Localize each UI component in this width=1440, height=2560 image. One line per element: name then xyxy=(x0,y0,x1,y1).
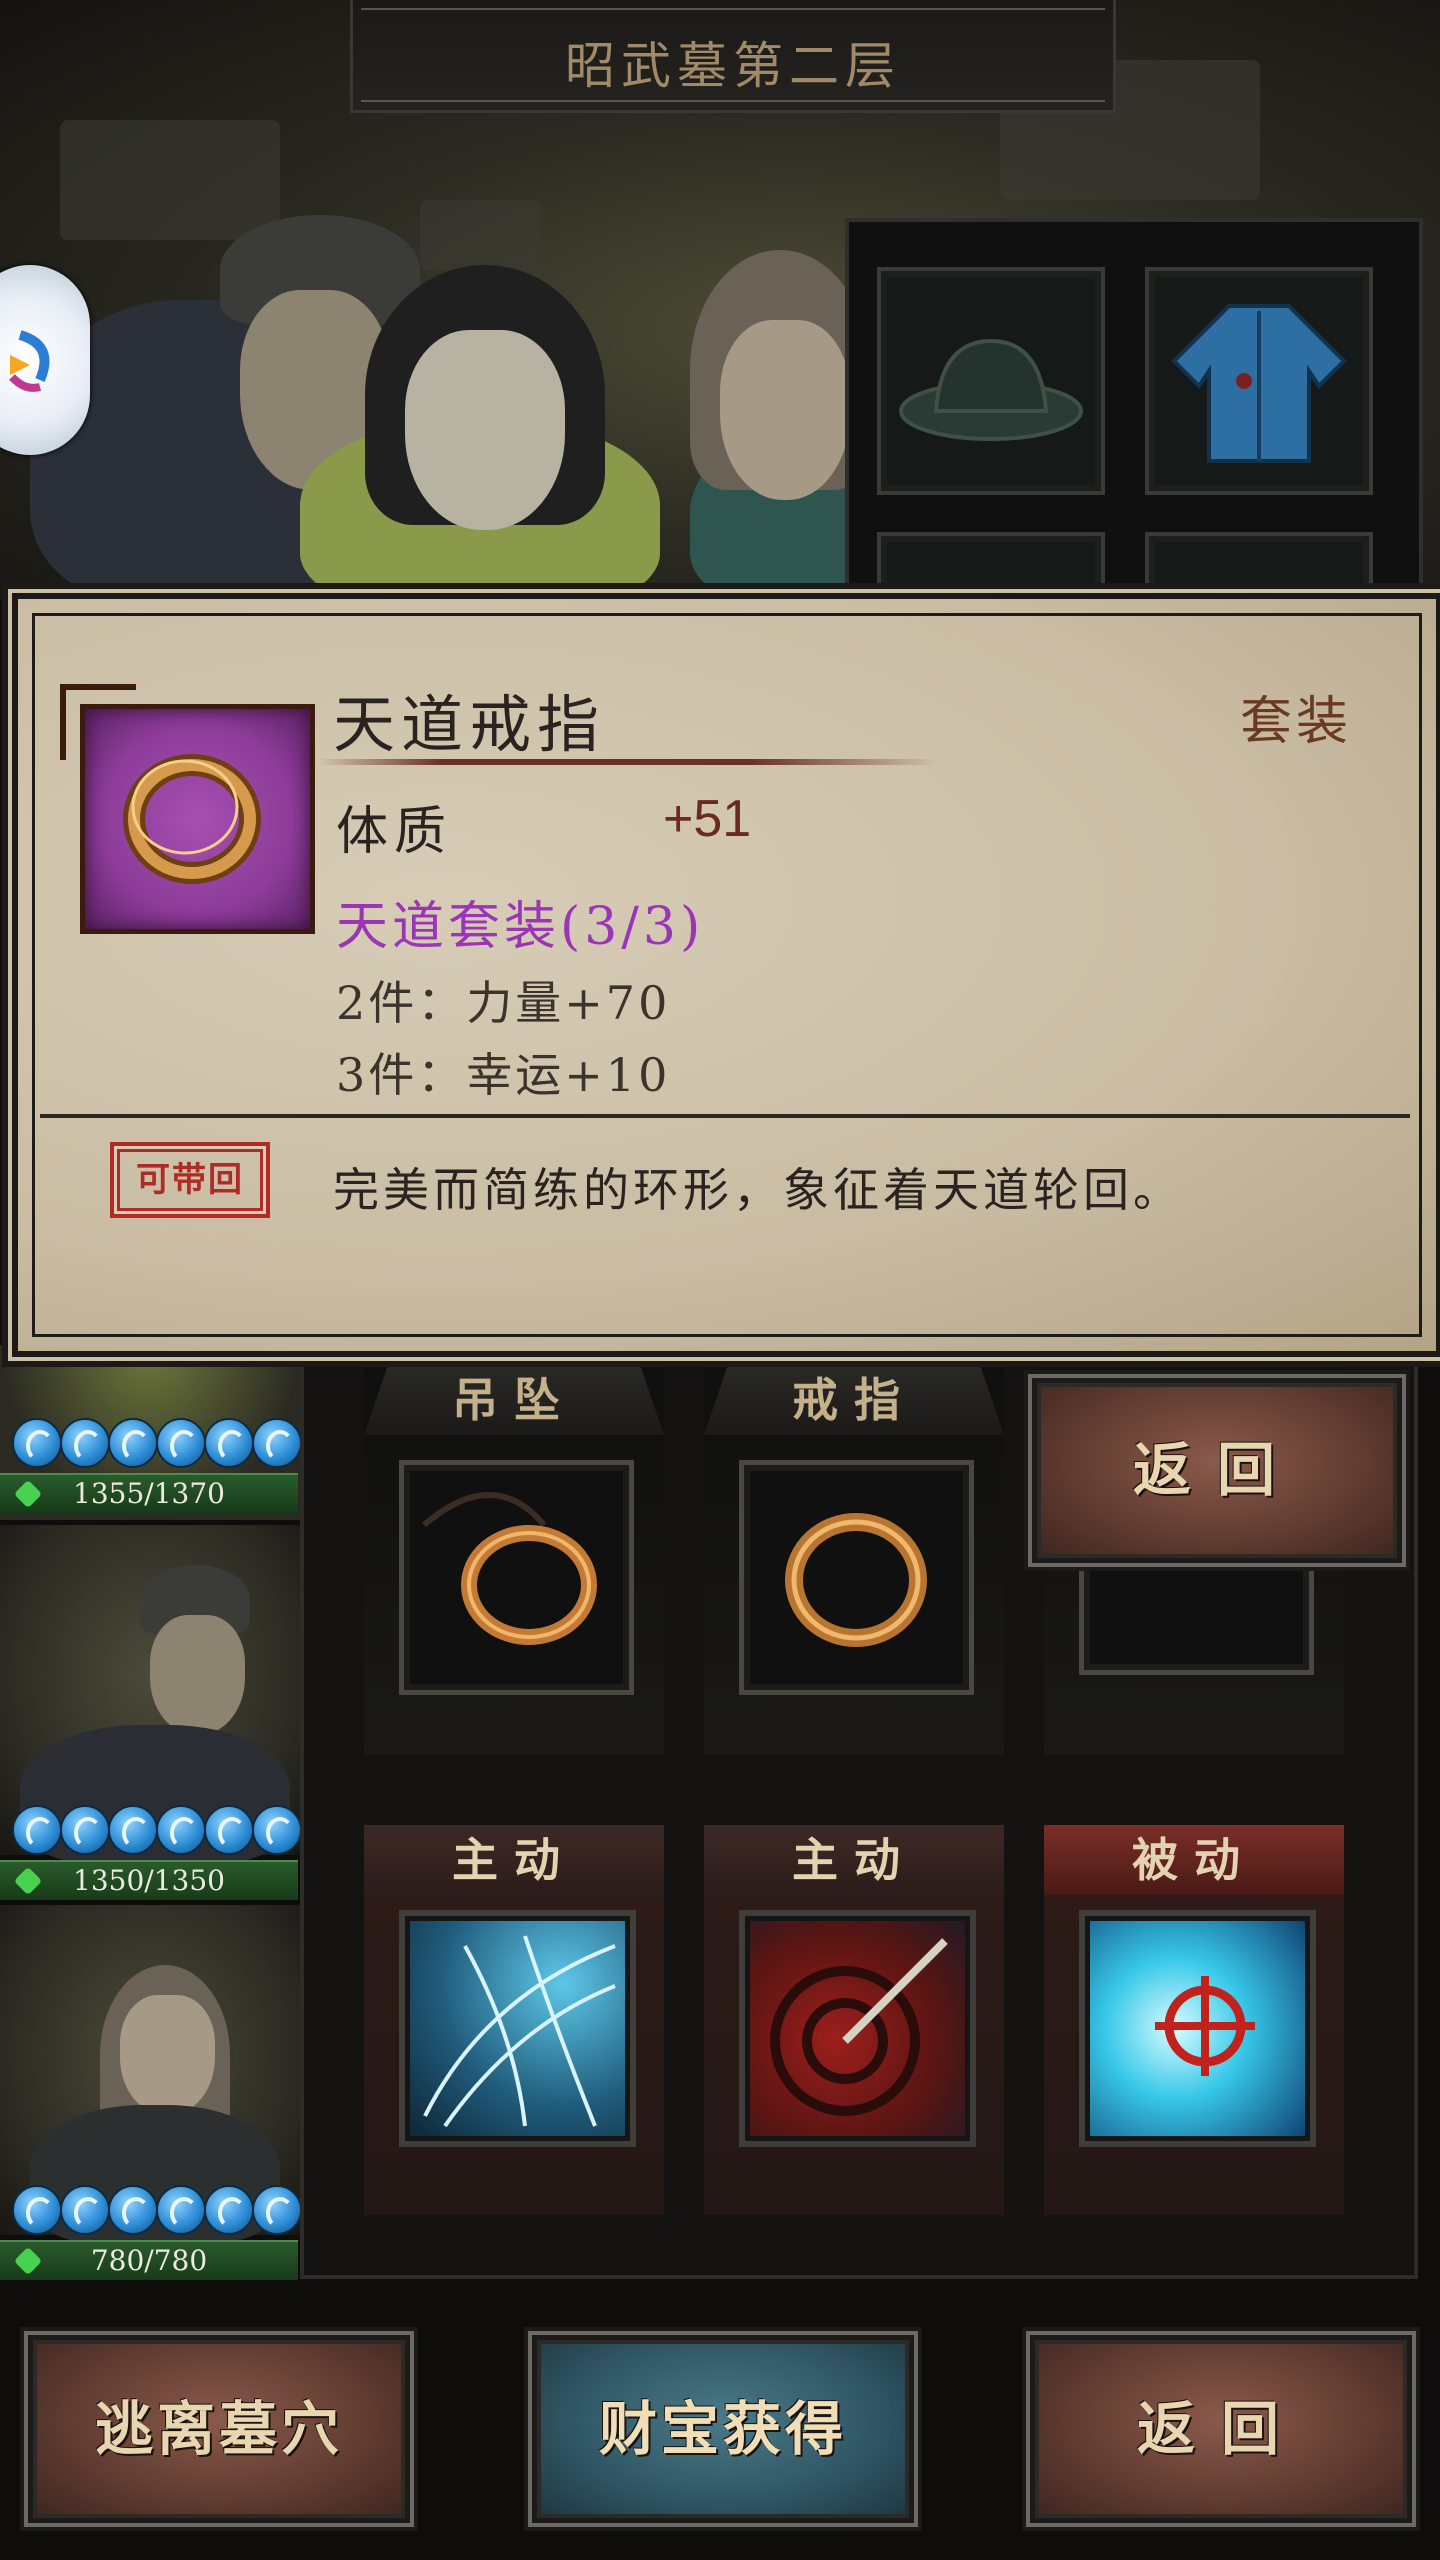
equip-label-pendant: 吊坠 xyxy=(364,1365,664,1435)
hero-face-goggles xyxy=(720,320,850,500)
skill-slot-active-1[interactable] xyxy=(399,1910,636,2147)
item-tooltip: 天道戒指 套装 体质 +51 天道套装(3/3) 2件：力量+70 3件：幸运+… xyxy=(12,593,1440,1357)
escape-tomb-label: 逃离墓穴 xyxy=(94,2395,343,2463)
mana-orb-row xyxy=(12,2185,300,2237)
treasure-obtained-label: 财宝获得 xyxy=(598,2395,847,2463)
equip-slot-robe[interactable] xyxy=(1145,267,1373,495)
heart-icon xyxy=(13,1866,43,1896)
panel-back-button-label: 返回 xyxy=(1132,1436,1301,1504)
item-name: 天道戒指 xyxy=(333,688,606,761)
bottom-back-label: 返回 xyxy=(1136,2395,1305,2463)
hp-value: 1355/1370 xyxy=(73,1477,225,1510)
party-member-1[interactable]: 1355/1370 xyxy=(0,1345,300,1520)
hero-face-goggles xyxy=(120,1995,215,2115)
bottom-back-button[interactable]: 返回 xyxy=(1030,2335,1412,2523)
pendant-icon xyxy=(422,1492,597,1645)
mana-orb-row xyxy=(12,1805,300,1857)
skill-column-passive: 被动 xyxy=(1044,1825,1344,2215)
equip-label-ring: 戒指 xyxy=(704,1365,1004,1435)
equip-column-ring: 戒指 xyxy=(704,1365,1004,1755)
lightning-web-skill-icon xyxy=(423,1935,616,2128)
set-bonus-3: 3件：幸运+10 xyxy=(336,1048,671,1102)
panel-back-button[interactable]: 返回 xyxy=(1032,1378,1402,1563)
skill-label-active-2: 主动 xyxy=(704,1825,1004,1895)
equip-column-pendant: 吊坠 xyxy=(364,1365,664,1755)
item-type-label: 套装 xyxy=(1240,692,1353,752)
gold-ring-icon xyxy=(123,754,261,884)
stat-value: +51 xyxy=(663,790,752,848)
hp-value: 780/780 xyxy=(90,2244,208,2277)
hp-bar: 780/780 xyxy=(0,2240,298,2280)
equipment-grid-panel xyxy=(845,218,1423,620)
hp-bar: 1350/1350 xyxy=(0,1860,298,1900)
skill-label-active-1: 主动 xyxy=(364,1825,664,1895)
skill-column-active-1: 主动 xyxy=(364,1825,664,2215)
item-description: 完美而简练的环形，象征着天道轮回。 xyxy=(333,1163,1183,1217)
arrow-target-skill-icon xyxy=(770,1938,948,2116)
skill-slot-active-2[interactable] xyxy=(739,1910,976,2147)
swirl-icon xyxy=(9,330,50,392)
hero-face-girl xyxy=(405,330,565,530)
ring-icon xyxy=(785,1513,927,1647)
dungeon-title-bar: 昭武墓第二层 xyxy=(350,0,1116,113)
skill-column-active-2: 主动 xyxy=(704,1825,1004,2215)
item-name-divider xyxy=(318,759,938,765)
item-icon-frame xyxy=(60,684,315,934)
heart-icon xyxy=(13,2246,43,2276)
escape-tomb-button[interactable]: 逃离墓穴 xyxy=(28,2335,410,2523)
skill-slot-passive[interactable] xyxy=(1079,1910,1316,2147)
stat-name: 体质 xyxy=(336,802,453,862)
set-title: 天道套装(3/3) xyxy=(336,897,705,957)
equip-slot-hat[interactable] xyxy=(877,267,1105,495)
crosshair-skill-icon xyxy=(1155,1976,1255,2076)
tooltip-divider xyxy=(40,1114,1410,1118)
equip-slot-pendant[interactable] xyxy=(399,1460,634,1695)
hero-face-beanie xyxy=(150,1615,245,1735)
party-member-2[interactable]: 1350/1350 xyxy=(0,1525,300,1900)
equip-slot-ring[interactable] xyxy=(739,1460,974,1695)
hat-icon xyxy=(899,338,1083,441)
skill-label-passive: 被动 xyxy=(1044,1825,1344,1895)
dungeon-level-title: 昭武墓第二层 xyxy=(565,37,901,95)
hp-bar: 1355/1370 xyxy=(0,1473,298,1513)
set-bonus-2: 2件：力量+70 xyxy=(336,976,671,1030)
robe-icon xyxy=(1171,304,1347,463)
treasure-obtained-button[interactable]: 财宝获得 xyxy=(532,2335,914,2523)
floating-assistant-button[interactable] xyxy=(0,265,90,455)
hp-value: 1350/1350 xyxy=(73,1864,225,1897)
mana-orb-row xyxy=(12,1418,300,1470)
heart-icon xyxy=(13,1479,43,1509)
party-member-3[interactable]: 780/780 xyxy=(0,1905,300,2280)
bring-back-stamp: 可带回 xyxy=(110,1142,270,1218)
